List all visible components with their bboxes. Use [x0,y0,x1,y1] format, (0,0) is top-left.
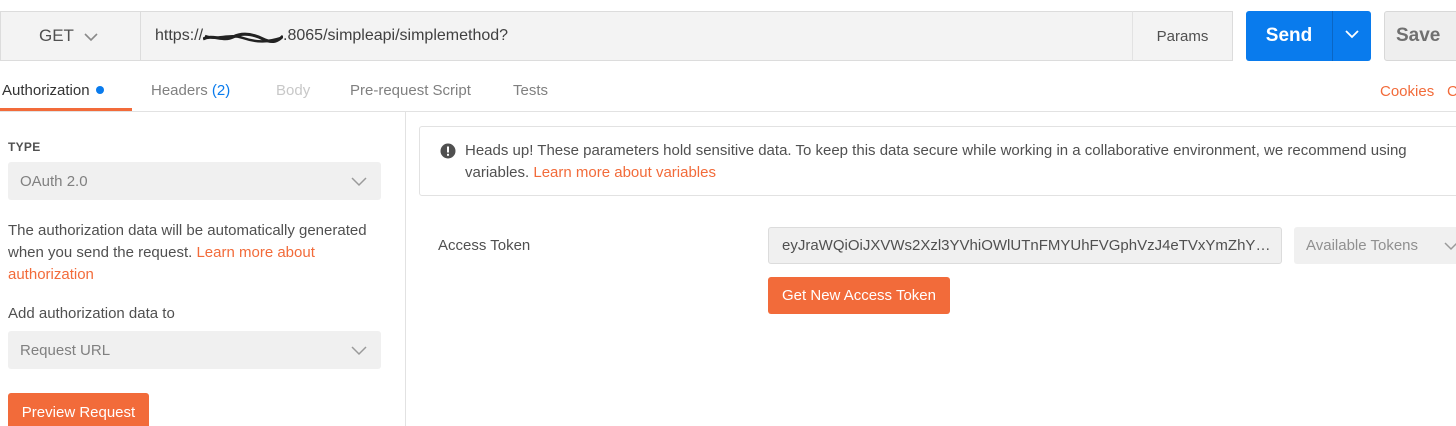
cookies-link[interactable]: Cookies [1380,83,1434,100]
send-button[interactable]: Send [1246,11,1332,61]
auth-type-select[interactable]: OAuth 2.0 [8,162,381,200]
auth-settings-panel: TYPE OAuth 2.0 The authorization data wi… [0,112,406,426]
save-button[interactable]: Save [1384,11,1456,61]
chevron-down-icon [83,29,99,50]
access-token-input[interactable]: eyJraWQiOiJXVWs2Xzl3YVhiOWlUTnFMYUhFVGph… [768,227,1282,264]
params-button[interactable]: Params [1132,11,1233,61]
modified-dot-icon [95,86,104,94]
add-auth-to-label: Add authorization data to [8,305,175,322]
access-token-value: eyJraWQiOiJXVWs2Xzl3YVhiOWlUTnFMYUhFVGph… [782,237,1271,254]
notice-text: Heads up! These parameters hold sensitiv… [465,140,1455,184]
add-auth-to-select[interactable]: Request URL [8,331,381,369]
redaction-scribble [202,31,285,44]
tab-pre-request-script[interactable]: Pre-request Script [350,82,471,99]
sensitive-data-notice: Heads up! These parameters hold sensitiv… [419,126,1456,196]
tab-label: Headers [151,82,208,99]
code-link[interactable]: C [1447,83,1456,100]
method-label: GET [39,26,74,45]
get-new-access-token-button[interactable]: Get New Access Token [768,277,950,314]
request-tabs: Authorization Headers (2) Body Pre-reque… [0,70,1456,112]
available-tokens-select[interactable]: Available Tokens [1294,227,1456,264]
available-tokens-label: Available Tokens [1306,237,1419,254]
learn-more-variables-link[interactable]: Learn more about variables [533,164,716,181]
auth-type-value: OAuth 2.0 [20,172,88,190]
tab-label: Authorization [2,82,90,99]
access-token-label: Access Token [438,237,531,254]
tab-body[interactable]: Body [276,82,310,99]
add-auth-to-value: Request URL [20,341,111,359]
preview-request-button[interactable]: Preview Request [8,393,149,426]
type-label: TYPE [8,140,41,154]
chevron-down-icon [351,175,367,192]
exclamation-icon [440,143,456,163]
chevron-down-icon [351,344,367,361]
send-options-button[interactable] [1332,11,1371,61]
chevron-down-icon [1344,26,1360,46]
tab-authorization[interactable]: Authorization [2,82,104,99]
tab-tests[interactable]: Tests [513,82,548,99]
active-tab-indicator [0,108,132,111]
url-input[interactable]: https:// .8065/simpleapi/simplemethod? [140,11,1133,61]
url-suffix: .8065/simpleapi/simplemethod? [283,27,509,44]
tab-headers[interactable]: Headers (2) [151,82,230,99]
url-prefix: https:// [155,27,204,44]
chevron-down-icon [1444,240,1456,257]
auth-description: The authorization data will be automatic… [8,220,393,286]
method-select[interactable]: GET [0,11,140,61]
headers-count-badge: (2) [211,82,231,99]
